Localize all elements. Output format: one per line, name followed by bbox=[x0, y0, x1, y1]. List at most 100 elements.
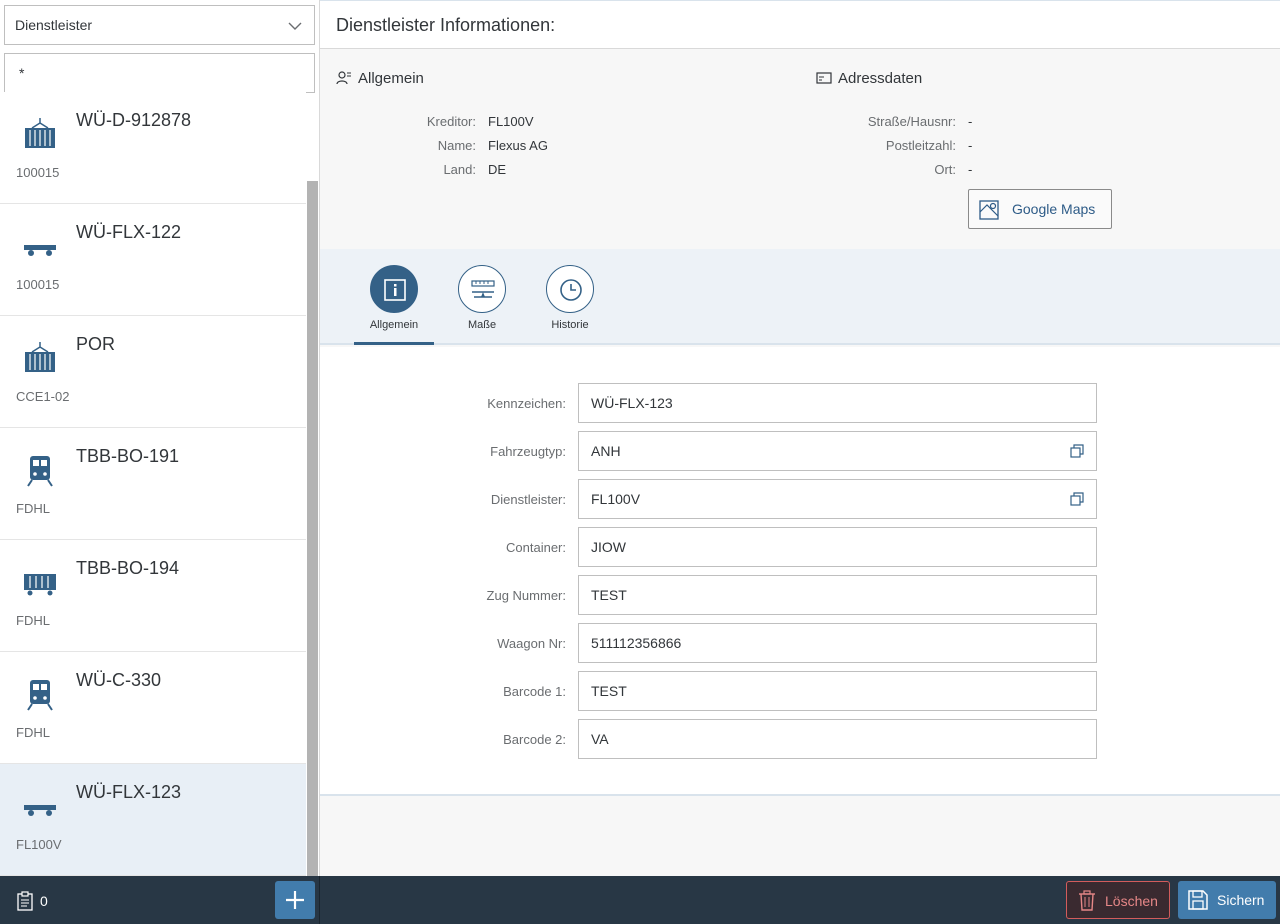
save-label: Sichern bbox=[1217, 892, 1265, 908]
icon-tab-bar: Allgemein Maße Historie bbox=[320, 249, 1280, 345]
field-value: - bbox=[968, 162, 973, 177]
list-item-subtitle: FDHL bbox=[16, 613, 50, 628]
delete-button[interactable]: Löschen bbox=[1066, 881, 1170, 919]
train-icon bbox=[27, 680, 53, 711]
value-help-icon[interactable] bbox=[1070, 492, 1084, 506]
master-panel: Dienstleister WÜ-D-912878 100015 WÜ-FLX-… bbox=[0, 0, 320, 876]
list-item-subtitle: 100015 bbox=[16, 165, 60, 180]
wagon-icon bbox=[24, 574, 56, 596]
tab-icon-circle bbox=[458, 265, 506, 313]
form-row-barcode-1: Barcode 1: bbox=[320, 671, 1280, 711]
list-item-subtitle: FDHL bbox=[16, 501, 50, 516]
add-button[interactable] bbox=[275, 881, 315, 919]
list-item-title: WÜ-FLX-123 bbox=[76, 782, 182, 802]
fahrzeugtyp-input[interactable] bbox=[578, 431, 1097, 471]
chevron-down-icon bbox=[288, 22, 302, 30]
waagon-nr-input[interactable] bbox=[578, 623, 1097, 663]
form-label: Barcode 2: bbox=[503, 732, 566, 747]
barcode-1-input[interactable] bbox=[578, 671, 1097, 711]
form-row-container: Container: bbox=[320, 527, 1280, 567]
address-section-title: Adressdaten bbox=[816, 70, 922, 87]
list-item[interactable]: WÜ-D-912878 100015 bbox=[0, 92, 306, 204]
train-icon bbox=[27, 456, 53, 487]
filter-select-value: Dienstleister bbox=[15, 17, 93, 33]
container-icon bbox=[25, 342, 55, 372]
list-item-subtitle: CCE1-02 bbox=[16, 389, 70, 404]
tab-selected-indicator bbox=[354, 342, 434, 345]
form-row-zug-nummer: Zug Nummer: bbox=[320, 575, 1280, 615]
google-maps-label: Google Maps bbox=[1012, 201, 1096, 217]
list-item-title: TBB-BO-194 bbox=[76, 558, 180, 578]
tab-label: Maße bbox=[467, 319, 497, 331]
form-row-fahrzeugtyp: Fahrzeugtyp: bbox=[320, 431, 1280, 471]
trash-icon bbox=[1079, 890, 1095, 911]
list-item-subtitle: FL100V bbox=[16, 837, 62, 852]
list-item[interactable]: TBB-BO-191 FDHL bbox=[0, 428, 306, 540]
field-label: Name: bbox=[437, 138, 476, 153]
kennzeichen-input[interactable] bbox=[578, 383, 1097, 423]
person-icon bbox=[336, 71, 351, 85]
filter-select[interactable]: Dienstleister bbox=[4, 5, 315, 45]
container-input[interactable] bbox=[578, 527, 1097, 567]
field-value: DE bbox=[488, 162, 507, 177]
save-button[interactable]: Sichern bbox=[1178, 881, 1276, 919]
form-label: Barcode 1: bbox=[503, 684, 566, 699]
google-maps-button[interactable]: Google Maps bbox=[968, 189, 1112, 229]
barcode-2-input[interactable] bbox=[578, 719, 1097, 759]
list-item[interactable]: TBB-BO-194 FDHL bbox=[0, 540, 306, 652]
general-section-label: Allgemein bbox=[358, 70, 424, 87]
vehicle-list: WÜ-D-912878 100015 WÜ-FLX-122 100015 POR… bbox=[0, 92, 306, 876]
field-value: Flexus AG bbox=[488, 138, 548, 153]
delete-label: Löschen bbox=[1105, 893, 1158, 909]
list-item[interactable]: WÜ-FLX-122 100015 bbox=[0, 204, 306, 316]
save-icon bbox=[1188, 890, 1208, 910]
address-fields: Straße/Hausnr: - Postleitzahl: - Ort: - bbox=[800, 114, 1280, 184]
zug-nummer-input[interactable] bbox=[578, 575, 1097, 615]
vehicle-form: Kennzeichen: Fahrzeugtyp: Dienstleister:… bbox=[320, 347, 1280, 796]
clipboard-icon bbox=[17, 891, 33, 911]
clock-icon bbox=[560, 279, 582, 301]
address-section-label: Adressdaten bbox=[838, 70, 923, 87]
tab-masse[interactable]: Maße bbox=[442, 265, 522, 331]
list-item-selected[interactable]: WÜ-FLX-123 FL100V bbox=[0, 764, 306, 876]
form-row-waagon-nr: Waagon Nr: bbox=[320, 623, 1280, 663]
field-label: Postleitzahl: bbox=[885, 138, 956, 153]
page-title: Dienstleister Informationen: bbox=[336, 15, 556, 35]
container-icon bbox=[25, 118, 55, 148]
item-count: 0 bbox=[40, 893, 48, 909]
general-section: Allgemein bbox=[336, 70, 424, 87]
map-icon bbox=[979, 200, 999, 220]
form-label: Waagon Nr: bbox=[497, 636, 566, 651]
form-label: Dienstleister: bbox=[490, 492, 566, 507]
field-value: - bbox=[968, 138, 973, 153]
list-item-title: TBB-BO-191 bbox=[76, 446, 180, 466]
form-label: Fahrzeugtyp: bbox=[490, 444, 566, 459]
field-label: Ort: bbox=[934, 162, 956, 177]
field-value: FL100V bbox=[488, 114, 534, 129]
footer-toolbar: 0 Löschen Sichern bbox=[0, 876, 1280, 924]
info-icon bbox=[384, 279, 406, 301]
master-footer: 0 bbox=[0, 876, 320, 924]
form-row-barcode-2: Barcode 2: bbox=[320, 719, 1280, 759]
field-label: Land: bbox=[443, 162, 476, 177]
list-item-title: POR bbox=[76, 334, 116, 354]
tab-allgemein[interactable]: Allgemein bbox=[354, 265, 434, 331]
tab-historie[interactable]: Historie bbox=[530, 265, 610, 331]
detail-panel: Dienstleister Informationen: Allgemein K… bbox=[320, 0, 1280, 876]
form-label: Container: bbox=[506, 540, 566, 555]
list-scrollbar[interactable] bbox=[307, 181, 318, 876]
value-help-icon[interactable] bbox=[1070, 444, 1084, 458]
add-icon bbox=[286, 891, 304, 909]
list-item[interactable]: POR CCE1-02 bbox=[0, 316, 306, 428]
field-label: Kreditor: bbox=[426, 114, 476, 129]
form-row-kennzeichen: Kennzeichen: bbox=[320, 383, 1280, 423]
address-card-icon bbox=[816, 72, 832, 84]
list-item-title: WÜ-D-912878 bbox=[76, 110, 192, 130]
general-fields: Kreditor: FL100V Name: Flexus AG Land: D… bbox=[320, 114, 800, 184]
general-section-title: Allgemein bbox=[336, 70, 424, 87]
search-input[interactable] bbox=[4, 53, 315, 93]
tab-icon-circle bbox=[370, 265, 418, 313]
dienstleister-input[interactable] bbox=[578, 479, 1097, 519]
tab-icon-circle bbox=[546, 265, 594, 313]
list-item[interactable]: WÜ-C-330 FDHL bbox=[0, 652, 306, 764]
